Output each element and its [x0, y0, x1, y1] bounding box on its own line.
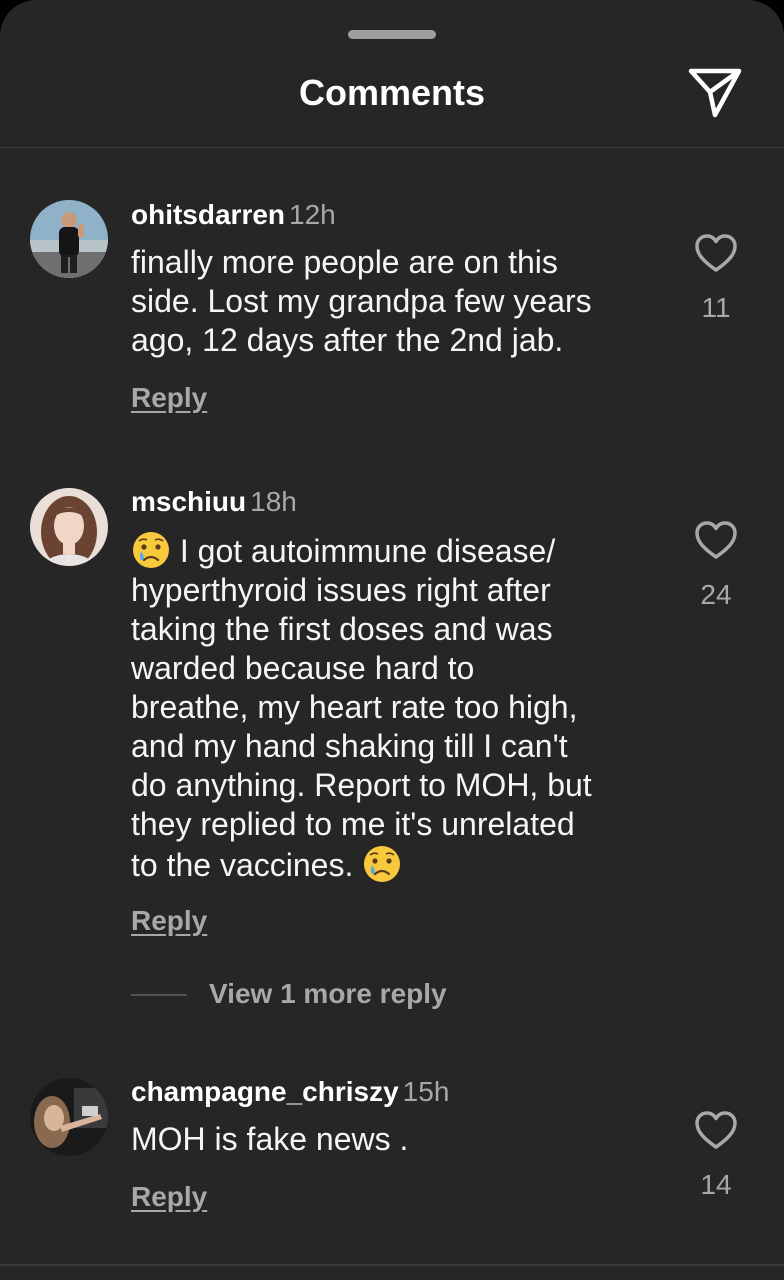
- comment-text: MOH is fake news .: [131, 1120, 661, 1159]
- avatar[interactable]: [30, 200, 108, 278]
- page-title: Comments: [298, 72, 486, 113]
- comment-text: I got autoimmune disease/ hyperthyroid i…: [131, 530, 661, 885]
- avatar[interactable]: [30, 1078, 108, 1156]
- comment-text: finally more people are on this side. Lo…: [131, 243, 661, 360]
- comment-line: they replied to me it's unrelated: [131, 806, 575, 842]
- comment-line: taking the first doses and was: [131, 611, 553, 647]
- heart-icon[interactable]: [693, 519, 739, 561]
- comment-line: warded because hard to: [131, 650, 475, 686]
- composer-divider: [0, 1264, 784, 1266]
- crying-face-emoji: [131, 530, 171, 570]
- comment-line-text: I got autoimmune disease/: [179, 533, 556, 569]
- comment-line: ago, 12 days after the 2nd jab.: [131, 322, 564, 358]
- comment-line: I got autoimmune disease/: [131, 530, 661, 571]
- comment-line: do anything. Report to MOH, but: [131, 767, 592, 803]
- avatar[interactable]: [30, 488, 108, 566]
- reply-thread-line: [131, 994, 187, 996]
- like-count: 14: [700, 1169, 732, 1200]
- timestamp: 18h: [250, 486, 297, 517]
- like-count: 24: [700, 579, 732, 610]
- comment-line: side. Lost my grandpa few years: [131, 283, 592, 319]
- comment-line: hyperthyroid issues right after: [131, 572, 551, 608]
- comment-line: MOH is fake news .: [131, 1121, 409, 1157]
- comments-sheet: Comments ohitsdarren 12h finally more peo…: [0, 0, 784, 1280]
- timestamp: 15h: [402, 1076, 450, 1107]
- heart-icon[interactable]: [693, 232, 739, 274]
- username[interactable]: mschiuu: [131, 486, 246, 517]
- comment-meta: mschiuu 18h: [131, 487, 297, 517]
- heart-icon[interactable]: [693, 1109, 739, 1151]
- username[interactable]: champagne_chriszy: [131, 1076, 399, 1107]
- crying-face-emoji: [362, 844, 402, 884]
- timestamp: 12h: [289, 199, 336, 230]
- view-more-replies-label: View 1 more reply: [209, 978, 447, 1009]
- drag-handle[interactable]: [348, 30, 436, 39]
- comment-meta: champagne_chriszy 15h: [131, 1077, 449, 1107]
- like-count: 11: [701, 292, 731, 323]
- reply-button[interactable]: Reply: [131, 1181, 207, 1213]
- comment-line: breathe, my heart rate too high,: [131, 689, 578, 725]
- comment-line: and my hand shaking till I can't: [131, 728, 568, 764]
- reply-button[interactable]: Reply: [131, 905, 207, 937]
- header-divider: [0, 147, 784, 148]
- comment-meta: ohitsdarren 12h: [131, 200, 336, 230]
- comment-line: to the vaccines.: [131, 844, 661, 885]
- username[interactable]: ohitsdarren: [131, 199, 285, 230]
- comment-line: finally more people are on this: [131, 244, 558, 280]
- reply-button[interactable]: Reply: [131, 382, 207, 414]
- paper-plane-icon[interactable]: [686, 66, 744, 120]
- comment-line-text: to the vaccines.: [131, 847, 354, 883]
